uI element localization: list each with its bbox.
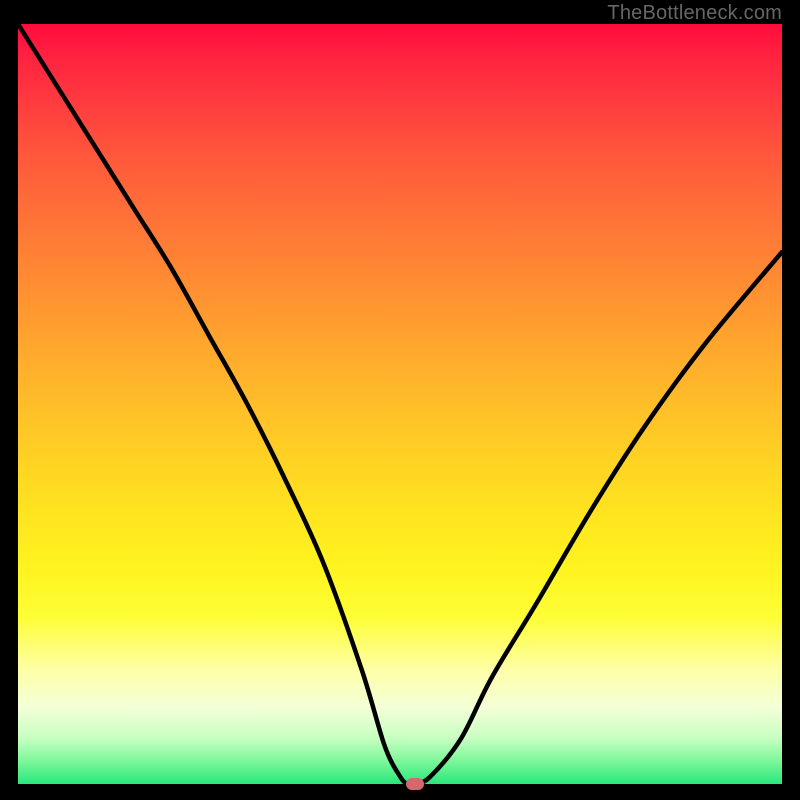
minimum-marker	[406, 778, 424, 790]
watermark-text: TheBottleneck.com	[607, 2, 782, 25]
plot-area	[18, 24, 782, 784]
chart-frame: TheBottleneck.com	[0, 0, 800, 800]
bottleneck-curve	[18, 24, 782, 784]
